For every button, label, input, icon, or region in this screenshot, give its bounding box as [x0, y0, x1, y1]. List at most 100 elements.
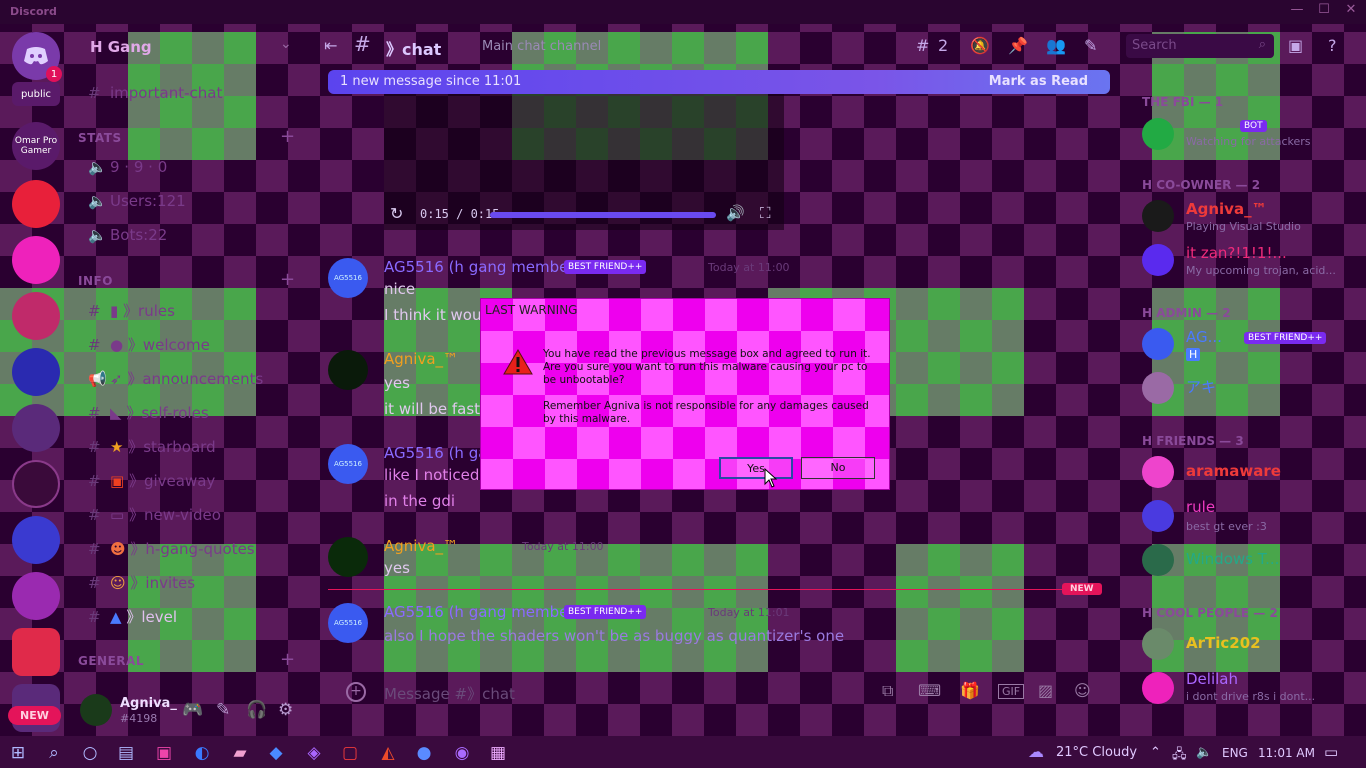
video-attachment[interactable]: ↻ 0:15 / 0:15 🔊 ⛶ — [384, 94, 784, 230]
file-explorer-icon[interactable]: ▰ — [228, 743, 252, 763]
translate-icon[interactable]: ⧉ — [882, 681, 893, 701]
channel-announcements[interactable]: 📢 ➶ 》announcements — [88, 368, 263, 389]
replay-icon[interactable]: ↻ — [390, 204, 403, 223]
channel-level[interactable]: # ▲ 》level — [88, 606, 177, 627]
avatar[interactable] — [1142, 244, 1174, 276]
volume-icon[interactable]: 🔈 — [1196, 745, 1212, 760]
avatar[interactable] — [1142, 628, 1174, 660]
threads-icon[interactable]: # — [916, 36, 929, 55]
avatar[interactable] — [1142, 500, 1174, 532]
guild-name[interactable]: H Gang — [90, 38, 152, 56]
office-icon[interactable]: ▢ — [338, 743, 362, 763]
channel-giveaway[interactable]: # ▣ 》giveaway — [88, 470, 215, 491]
visual-studio-icon[interactable]: ◈ — [302, 743, 326, 763]
server-icon[interactable] — [12, 460, 60, 508]
member-name[interactable]: Windows T... — [1186, 550, 1279, 568]
channel-stats-status[interactable]: 🔈 9 · 9 · 0 — [88, 158, 167, 176]
gift-icon[interactable]: 🎁 — [960, 681, 980, 700]
category-stats[interactable]: STATS — [78, 131, 122, 145]
channel-starboard[interactable]: # ★ 》starboard — [88, 436, 216, 457]
add-channel-icon[interactable]: + — [280, 269, 295, 290]
back-icon[interactable]: ⇤ — [324, 36, 337, 55]
avatar[interactable] — [1142, 544, 1174, 576]
avatar[interactable] — [1142, 372, 1174, 404]
task-view-icon[interactable]: ▤ — [114, 743, 138, 763]
member-name[interactable]: rule — [1186, 498, 1215, 516]
close-button[interactable]: ✕ — [1336, 2, 1366, 17]
weather-text[interactable]: 21°C Cloudy — [1056, 745, 1137, 760]
member-name[interactable]: it zan?!1!1!... — [1186, 244, 1287, 262]
gif-icon[interactable]: GIF — [998, 684, 1025, 699]
add-channel-icon[interactable]: + — [280, 649, 295, 670]
message-author[interactable]: Agniva_™ — [384, 537, 458, 555]
discord-taskbar-icon[interactable]: ◉ — [450, 743, 474, 763]
member-name[interactable]: AG... — [1186, 328, 1222, 346]
inbox-icon[interactable]: ▣ — [1288, 36, 1303, 55]
avatar[interactable] — [80, 694, 112, 726]
notifications-icon[interactable]: ▭ — [1324, 743, 1338, 761]
edge-icon[interactable]: ◐ — [190, 743, 214, 763]
server-icon[interactable] — [12, 628, 60, 676]
message-composer[interactable]: + Message #》chat ⧉ ⌨ 🎁 GIF ▨ ☺ — [328, 676, 1110, 708]
pin-icon[interactable]: 📌 — [1008, 36, 1028, 55]
channel-welcome[interactable]: # ● 》welcome — [88, 334, 210, 355]
message-author[interactable]: AG5516 (h gang member) — [384, 603, 580, 621]
server-omar-pro-gamer[interactable]: Omar Pro Gamer — [12, 122, 60, 170]
new-messages-bar[interactable]: 1 new message since 11:01 Mark as Read — [328, 70, 1110, 94]
vscode-icon[interactable]: ◆ — [264, 743, 288, 763]
new-servers-pill[interactable]: NEW — [8, 706, 61, 725]
gear-icon[interactable]: ⚙ — [278, 700, 293, 720]
channel-invites[interactable]: # ☺ 》invites — [88, 572, 195, 593]
store-icon[interactable]: ▣ — [152, 743, 176, 763]
help-icon[interactable]: ? — [1328, 36, 1337, 55]
avatar[interactable] — [328, 350, 368, 390]
avatar[interactable] — [1142, 118, 1174, 150]
mark-as-read-button[interactable]: Mark as Read — [989, 74, 1088, 89]
avatar[interactable]: AG5516 — [328, 603, 368, 643]
server-icon[interactable] — [12, 348, 60, 396]
member-name[interactable]: アキ — [1186, 376, 1216, 397]
brave-icon[interactable]: ◭ — [376, 743, 400, 763]
server-icon[interactable] — [12, 292, 60, 340]
avatar[interactable]: AG5516 — [328, 258, 368, 298]
avatar[interactable] — [1142, 328, 1174, 360]
add-channel-icon[interactable]: + — [280, 126, 295, 147]
avatar[interactable] — [1142, 456, 1174, 488]
minimize-button[interactable]: — — [1282, 2, 1312, 17]
add-attachment-button[interactable]: + — [346, 682, 366, 702]
message-author[interactable]: Agniva_™ — [384, 350, 458, 368]
search-input[interactable]: Search ⌕ — [1126, 34, 1274, 58]
sticker-icon[interactable]: ▨ — [1038, 681, 1053, 700]
channel-stats-users[interactable]: 🔈 Users:121 — [88, 192, 186, 210]
avatar[interactable] — [1142, 200, 1174, 232]
message-author[interactable]: AG5516 (h gang member) — [384, 258, 580, 276]
server-icon[interactable] — [12, 236, 60, 284]
category-info[interactable]: INFO — [78, 274, 113, 288]
channel-self-roles[interactable]: # ◣ 》self-roles — [88, 402, 209, 423]
discord-home-button[interactable]: 1 — [12, 32, 62, 82]
windows-start-icon[interactable]: ⊞ — [6, 743, 30, 763]
keyboard-icon[interactable]: ⌨ — [918, 681, 941, 700]
app-taskbar-icon[interactable]: ▦ — [486, 743, 510, 763]
members-icon[interactable]: 👥 — [1046, 36, 1066, 55]
channel-rules[interactable]: # ▮ 》rules — [88, 300, 175, 321]
network-icon[interactable]: 🖧 — [1172, 745, 1187, 767]
language-indicator[interactable]: ENG — [1222, 746, 1248, 760]
member-name[interactable]: ArTic202 — [1186, 634, 1261, 652]
notes-icon[interactable]: ✎ — [1084, 36, 1097, 55]
mute-mic-icon[interactable]: ✎ — [216, 700, 230, 720]
headphones-icon[interactable]: 🎧 — [246, 700, 267, 720]
volume-icon[interactable]: 🔊 — [726, 204, 745, 222]
channel-h-gang-quotes[interactable]: # ☻ 》h-gang-quotes — [88, 538, 255, 559]
zoom-icon[interactable]: ● — [412, 743, 436, 763]
tray-chevron-icon[interactable]: ⌃ — [1150, 745, 1161, 760]
member-name[interactable]: aramaware — [1186, 462, 1281, 480]
channel-important-chat[interactable]: # important-chat — [88, 84, 222, 102]
bell-muted-icon[interactable]: 🔕 — [970, 36, 990, 55]
channel-stats-bots[interactable]: 🔈 Bots:22 — [88, 226, 167, 244]
avatar[interactable] — [328, 537, 368, 577]
server-icon[interactable] — [12, 180, 60, 228]
no-button[interactable]: No — [801, 457, 875, 479]
yes-button[interactable]: Yes — [719, 457, 793, 479]
emoji-icon[interactable]: ☺ — [1074, 681, 1091, 700]
